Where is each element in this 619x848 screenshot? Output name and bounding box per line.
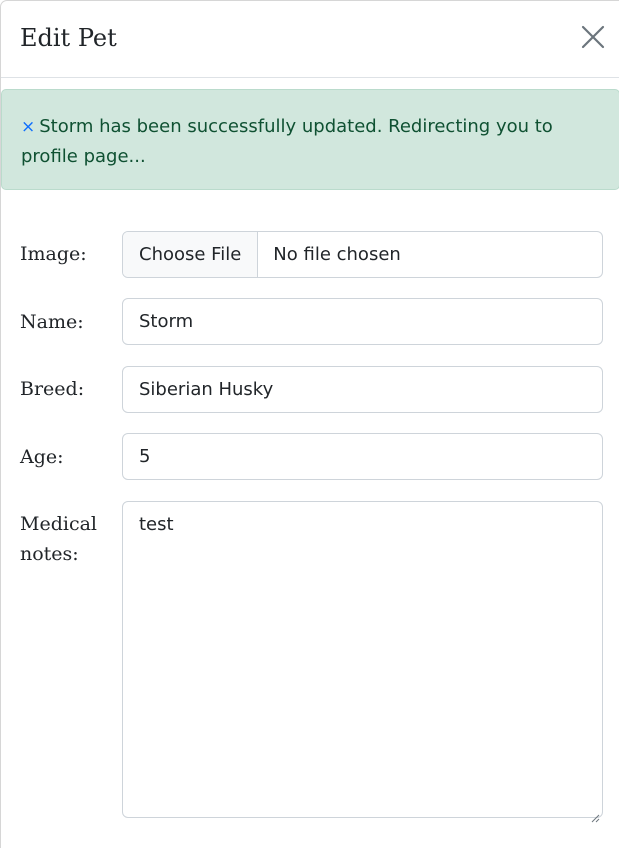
modal-title: Edit Pet (20, 24, 117, 52)
medical-notes-row: Medical notes: test (20, 501, 603, 823)
choose-file-button[interactable]: Choose File (123, 232, 259, 277)
image-row: Image: Choose File No file chosen (20, 231, 603, 278)
edit-pet-modal: Edit Pet × Storm has been successfully up… (0, 0, 619, 848)
breed-input[interactable]: Siberian Husky (122, 366, 603, 413)
name-label: Name: (20, 311, 84, 333)
alert-dismiss-button[interactable]: × (21, 117, 35, 137)
breed-label: Breed: (20, 378, 85, 400)
name-row: Name: Storm (20, 298, 603, 345)
modal-header: Edit Pet (1, 1, 619, 78)
breed-row: Breed: Siberian Husky (20, 366, 603, 413)
alert-message: Storm has been successfully updated. Red… (21, 116, 553, 167)
name-input[interactable]: Storm (122, 298, 603, 345)
image-file-input[interactable]: Choose File No file chosen (122, 231, 603, 278)
image-label: Image: (20, 243, 87, 265)
age-row: Age: 5 (20, 433, 603, 480)
medical-notes-textarea[interactable]: test (122, 501, 603, 823)
resize-grip-icon[interactable] (590, 805, 600, 823)
age-input[interactable]: 5 (122, 433, 603, 480)
medical-notes-label: Medical notes: (20, 513, 97, 565)
file-status-text: No file chosen (273, 244, 401, 265)
success-alert: × Storm has been successfully updated. Re… (1, 89, 619, 190)
close-icon (580, 24, 606, 50)
close-button[interactable] (580, 24, 606, 50)
medical-notes-text: test (139, 514, 174, 535)
age-label: Age: (20, 446, 64, 468)
